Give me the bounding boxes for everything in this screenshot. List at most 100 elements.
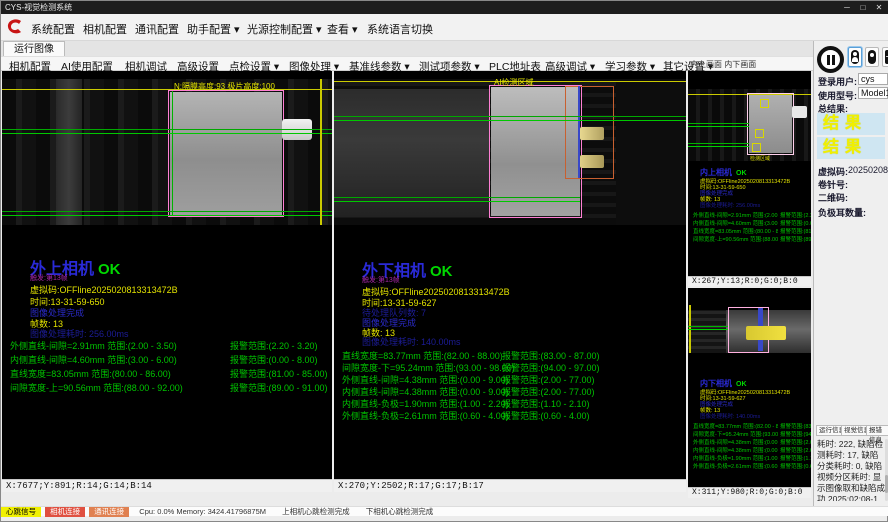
elapsed-text: 图像处理耗时: 256.00ms [700, 201, 760, 209]
dark-region [616, 79, 686, 225]
tab-run-image[interactable]: 运行图像 [3, 41, 65, 56]
app-statusbar: 心跳信号 相机连接 通讯连接 Cpu: 0.0% Memory: 3424.41… [1, 506, 888, 516]
tab-glint [580, 155, 604, 168]
app-logo-icon [5, 17, 25, 37]
left-view-statusbar: X:7677;Y:891;R:14;G:14;B:14 [2, 479, 332, 492]
user-icon [851, 50, 859, 64]
alarm-range-text: 报警范围:(81.00 - 85.00) [230, 367, 328, 380]
battery-region-outline [168, 90, 284, 217]
user-switch-icon [868, 50, 876, 64]
measurement-text: 外侧直线-间隙=2.91mm 范围:(2.00 - 3.50) [693, 211, 778, 219]
alarm-range-text: 报警范围:(2.20 - 3.20) [230, 339, 318, 352]
close-button[interactable]: ✕ [871, 1, 887, 14]
tab-error-info[interactable]: 报错信息 [866, 425, 888, 436]
connector-tab [792, 106, 807, 118]
cpu-memory-text: Cpu: 0.0% Memory: 3424.41796875M [139, 507, 266, 516]
measurement-text: 内侧直线-间隙=4.38mm 范围:(0.00 - 9.00) [693, 446, 778, 454]
camera-view-inner-lower[interactable]: 内下相机OK 虚拟码:OFFline2025020813313472B 时间:1… [688, 288, 811, 487]
machine-deck [688, 310, 726, 353]
menu-item-light-config[interactable]: 光源控制配置 ▾ [247, 21, 322, 37]
menu-item-language-switch[interactable]: 系统语言切换 [367, 21, 433, 37]
menu-item-system-config[interactable]: 系统配置 [31, 21, 75, 37]
window-title: CYS-视觉检测系统 [5, 3, 72, 12]
green-guide-line [334, 116, 686, 117]
menu-bar: 系统配置 相机配置 通讯配置 助手配置 ▾ 光源控制配置 ▾ 查看 ▾ 系统语言… [1, 14, 888, 41]
photo-annotation: N:隔膜高度:93 极片高度:100 [174, 81, 275, 92]
model-value[interactable]: Model1 [858, 87, 888, 99]
tab-strip: 运行图像 [1, 41, 888, 56]
menu-item-assist-config[interactable]: 助手配置 ▾ [187, 21, 240, 37]
maximize-button[interactable]: □ [855, 1, 871, 14]
alarm-range-text: 报警范围:(0.60 - 4.00) [780, 462, 811, 470]
alarm-range-text: 报警范围:(83.00 - 87.00) [780, 422, 811, 430]
alarm-range-text: 报警范围:(81.00 - 85.00) [780, 227, 811, 235]
login-user-button[interactable] [848, 47, 862, 67]
defect-box [760, 99, 769, 108]
alarm-range-text: 报警范围:(2.00 - 77.00) [780, 446, 811, 454]
ok-status: OK [98, 261, 121, 278]
heartbeat-badge: 心跳信号 [1, 507, 41, 517]
pause-icon [827, 55, 830, 65]
measurement-text: 外侧直线-间隙=4.38mm 范围:(0.00 - 9.00) [693, 438, 778, 446]
menu-item-comm-config[interactable]: 通讯配置 [135, 21, 179, 37]
minimize-button[interactable]: ─ [839, 1, 855, 14]
measurement-text: 外侧直线-负极=2.61mm 范围:(0.60 - 4.00) [693, 462, 778, 470]
ok-status: OK [736, 381, 747, 388]
alarm-range-text: 报警范围:(0.00 - 8.00) [780, 219, 811, 227]
camera-view-outer-upper[interactable]: N:隔膜高度:93 极片高度:100 外上相机OK 触发:第13帧 虚拟码:OF… [2, 71, 332, 479]
defect-box [755, 129, 764, 138]
alarm-range-text: 报警范围:(2.00 - 77.00) [780, 438, 811, 446]
defect-box [752, 143, 761, 152]
center-view-statusbar: X:270;Y:2502;R:17;G:17;B:17 [334, 479, 686, 492]
switch-user-button[interactable] [865, 47, 879, 67]
negative-tab-count-label: 负极耳数量: [818, 206, 866, 219]
measurement-text: 间隙宽度-上=90.56mm 范围:(88.00 - 92.00) [10, 381, 183, 394]
highlight-annotation [746, 326, 786, 340]
green-guide-line [688, 126, 749, 127]
yellow-edge-line [320, 79, 322, 225]
app-window: CYS-视觉检测系统 ─ □ ✕ 系统配置 相机配置 通讯配置 助手配置 ▾ 光… [0, 0, 888, 522]
elapsed-text: 图像处理耗时: 140.00ms [700, 412, 760, 420]
menu-item-camera-config[interactable]: 相机配置 [83, 21, 127, 37]
elapsed-text: 图像处理耗时: 140.00ms [362, 335, 461, 348]
camera-link-badge: 相机连接 [45, 507, 85, 517]
green-guide-line [2, 215, 332, 216]
measurement-text: 内侧直线-间隙=4.60mm 范围:(3.00 - 6.00) [693, 219, 778, 227]
menu-item-view[interactable]: 查看 ▾ [327, 21, 358, 37]
pause-button[interactable] [817, 46, 844, 73]
green-guide-line [2, 211, 332, 212]
photo-annotation: 检测区域 [750, 155, 770, 162]
trigger-info: 触发:第13帧 [30, 273, 68, 283]
title-bar: CYS-视觉检测系统 ─ □ ✕ [1, 1, 888, 14]
mini-top-statusbar: X:267;Y:13;R:0;G:0;B:0 [688, 276, 811, 286]
green-guide-line [334, 197, 580, 198]
alarm-range-text: 报警范围:(0.00 - 8.00) [230, 353, 318, 366]
camera-view-inner-upper[interactable]: 检测区域 内上相机OK 虚拟码:OFFline2025020813313472B… [688, 71, 811, 276]
green-guide-line [2, 129, 332, 130]
tab-glint [580, 127, 604, 140]
alarm-range-text: 报警范围:(94.00 - 97.00) [780, 430, 811, 438]
green-guide-line [334, 120, 686, 121]
aux-view-caption: 内上画面 内下画面 [690, 59, 756, 70]
vcode-label: 虚拟码: [818, 165, 848, 178]
measurement-text: 间隙宽度-下=95.24mm 范围:(93.00 - 98.00) [693, 430, 778, 438]
login-user-value[interactable]: cys [858, 73, 888, 85]
ok-status: OK [736, 170, 747, 177]
measurement-text: 直线宽度=83.05mm 范围:(80.00 - 86.00) [10, 367, 171, 380]
measurement-text: 内侧直线-负极=1.90mm 范围:(1.00 - 2.20) [693, 454, 778, 462]
measurement-text: 外侧直线-负极=2.61mm 范围:(0.60 - 4.00) [342, 409, 509, 422]
mini-bottom-statusbar: X:311;Y:980;R:0;G:0;B:0 [688, 487, 811, 498]
exit-button[interactable]: ⇥ [882, 47, 888, 67]
measurement-text: 直线宽度=83.05mm 范围:(80.00 - 86.00) [693, 227, 778, 235]
photo-annotation: AI检测区域 [494, 77, 534, 88]
model-label: 使用型号: [818, 89, 857, 102]
vcode-value: 20250208 [848, 165, 888, 175]
alarm-range-text: 报警范围:(2.20 - 3.20) [780, 211, 811, 219]
trigger-info: 触发:第13帧 [362, 275, 400, 285]
alarm-range-text: 报警范围:(1.10 - 2.10) [780, 454, 811, 462]
result-display-2: 结果 [817, 137, 885, 159]
pause-icon [832, 55, 835, 65]
measurement-text: 内侧直线-间隙=4.60mm 范围:(3.00 - 6.00) [10, 353, 177, 366]
measurement-text: 直线宽度=83.77mm 范围:(82.00 - 88.00) [693, 422, 778, 430]
camera-view-outer-lower[interactable]: AI检测区域 外下相机OK 触发:第13帧 虚拟码:OFFline2025020… [334, 71, 686, 479]
